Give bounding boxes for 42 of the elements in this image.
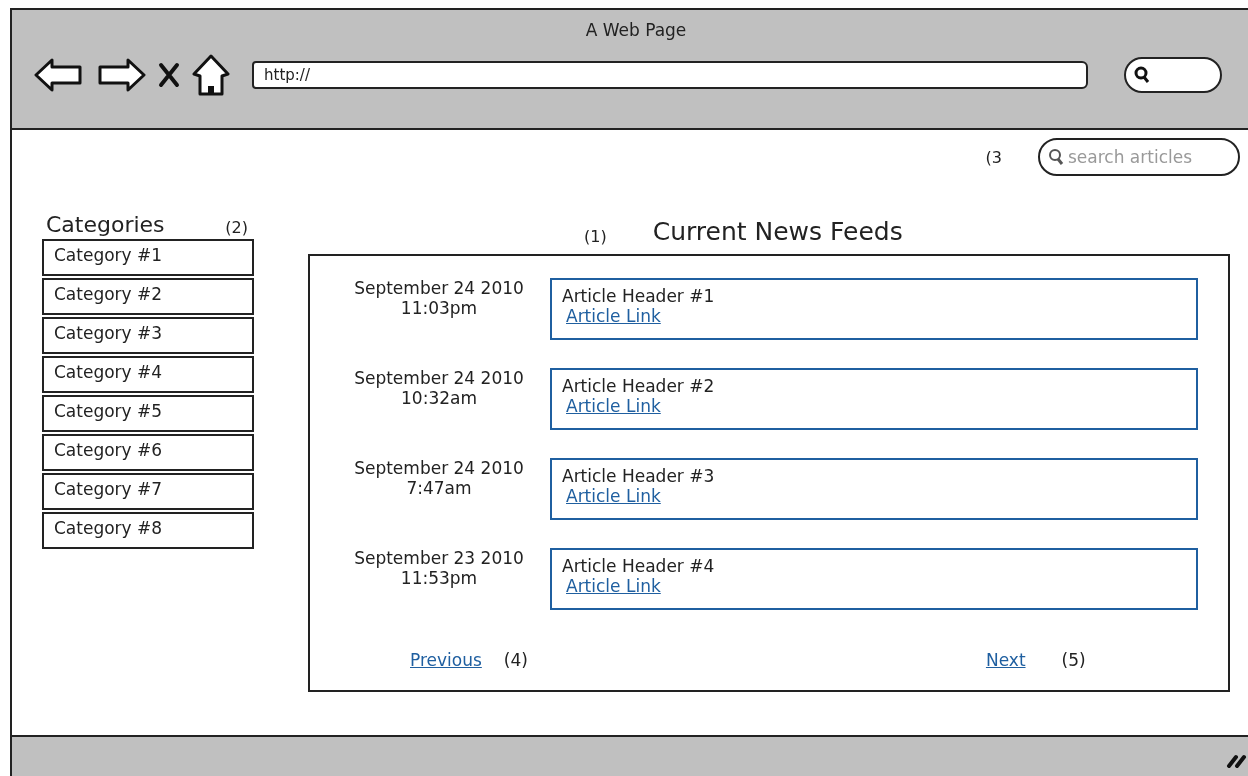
category-item[interactable]: Category #2 — [42, 278, 254, 315]
search-icon — [1134, 66, 1150, 84]
category-item[interactable]: Category #4 — [42, 356, 254, 393]
article-link[interactable]: Article Link — [566, 396, 661, 416]
previous-link[interactable]: Previous — [410, 650, 482, 670]
article-date: September 23 2010 — [353, 548, 525, 568]
article-time: 7:47am — [405, 478, 473, 498]
search-icon — [1048, 148, 1064, 166]
article-time: 11:53pm — [399, 568, 479, 588]
annotation-number: (5) — [1061, 650, 1086, 670]
address-bar[interactable]: http:// — [252, 61, 1088, 89]
article-header: Article Header #2 — [562, 376, 715, 396]
feed-heading: Current News Feeds — [652, 217, 903, 246]
category-item[interactable]: Category #5 — [42, 395, 254, 432]
annotation-number: (4) — [503, 650, 528, 670]
annotation-number: (2) — [225, 218, 248, 237]
article-link[interactable]: Article Link — [566, 576, 661, 596]
home-icon[interactable] — [192, 54, 230, 96]
categories-heading: Categories — [46, 212, 165, 237]
category-item[interactable]: Category #8 — [42, 512, 254, 549]
next-link[interactable]: Next — [985, 650, 1026, 670]
close-icon[interactable] — [158, 62, 180, 88]
article-link[interactable]: Article Link — [566, 486, 661, 506]
article-header: Article Header #4 — [562, 556, 715, 576]
category-item[interactable]: Category #6 — [42, 434, 254, 471]
article-time: 11:03pm — [399, 298, 479, 318]
forward-arrow-icon[interactable] — [96, 57, 146, 93]
annotation-number: (1) — [584, 227, 607, 246]
article-header: Article Header #3 — [562, 466, 715, 486]
browser-search-field[interactable] — [1124, 57, 1222, 93]
article-date: September 24 2010 — [353, 278, 525, 298]
article-link[interactable]: Article Link — [566, 306, 661, 326]
article-header: Article Header #1 — [562, 286, 715, 306]
annotation-number: (3 — [985, 147, 1002, 167]
window-title: A Web Page — [585, 20, 687, 40]
category-item[interactable]: Category #3 — [42, 317, 254, 354]
article-date: September 24 2010 — [353, 458, 525, 478]
article-time: 10:32am — [400, 388, 478, 408]
article-date: September 24 2010 — [353, 368, 525, 388]
category-item[interactable]: Category #7 — [42, 473, 254, 510]
back-arrow-icon[interactable] — [34, 57, 84, 93]
category-item[interactable]: Category #1 — [42, 239, 254, 276]
